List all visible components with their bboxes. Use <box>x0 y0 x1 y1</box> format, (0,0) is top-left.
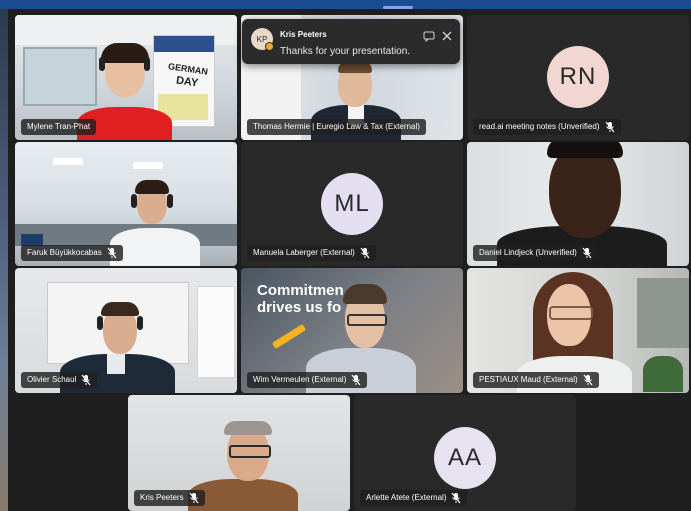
mic-off-icon <box>351 374 361 386</box>
participant-name: Faruk Büyükkocabas <box>21 245 123 261</box>
video-tile-mylene[interactable]: GERMAN DAY Mylene Tran-Phat <box>15 15 237 140</box>
video-tile-daniel[interactable]: Daniel Lindjeck (Unverified) <box>467 142 689 266</box>
mic-off-icon <box>81 374 91 386</box>
background-slogan: Commitmen drives us fo <box>257 282 344 316</box>
headset <box>97 316 103 330</box>
mic-off-icon <box>582 247 592 259</box>
poster-text-2: DAY <box>175 74 199 90</box>
glasses <box>229 445 271 458</box>
sender-avatar: KP <box>251 28 274 51</box>
mic-off-icon <box>451 492 461 504</box>
mic-off-icon <box>583 374 593 386</box>
status-away-icon <box>265 42 274 51</box>
participant-name: Thomas Hermie | Euregio Law & Tax (Exter… <box>247 119 426 135</box>
plant <box>643 356 683 392</box>
avatar: RN <box>547 46 609 108</box>
chat-notification[interactable]: KP Kris Peeters Thanks for your presenta… <box>242 19 460 64</box>
glasses <box>549 306 593 320</box>
video-tile-wim[interactable]: Commitmen drives us fo Wim Vermeulen (Ex… <box>241 268 463 393</box>
avatar: AA <box>434 427 496 489</box>
window <box>23 47 97 106</box>
window-handle[interactable] <box>383 6 413 9</box>
mic-off-icon <box>605 121 615 133</box>
mic-off-icon <box>189 492 199 504</box>
glasses <box>347 314 387 326</box>
video-tile-kris[interactable]: Kris Peeters <box>128 395 350 511</box>
poster-text: GERMAN <box>167 61 209 77</box>
message-preview: Thanks for your presentation. <box>280 46 411 57</box>
window-top-bar <box>0 0 691 9</box>
participant-name: read.ai meeting notes (Unverified) <box>473 119 621 135</box>
participant-name: Mylene Tran-Phat <box>21 119 97 135</box>
participant-name: Kris Peeters <box>134 490 205 506</box>
mic-off-icon <box>107 247 117 259</box>
participant-name: Olivier Schaul <box>21 372 98 388</box>
avatar: ML <box>321 173 383 235</box>
sender-name: Kris Peeters <box>280 30 327 39</box>
desktop-edge <box>0 9 8 511</box>
mic-off-icon <box>360 247 370 259</box>
participant-name: Manuela Laberger (External) <box>247 245 376 261</box>
video-tile-arlette[interactable]: AA Arlette Atete (External) <box>354 395 576 511</box>
headset <box>131 194 137 208</box>
video-tile-faruk[interactable]: Faruk Büyükkocabas <box>15 142 237 266</box>
headset <box>99 57 105 71</box>
participant-name: Arlette Atete (External) <box>360 490 468 506</box>
video-tile-readai[interactable]: RN read.ai meeting notes (Unverified) <box>467 15 689 140</box>
participant-name: Wim Vermeulen (External) <box>247 372 368 388</box>
participant-name: PESTIAUX Maud (External) <box>473 372 599 388</box>
video-tile-olivier[interactable]: Olivier Schaul <box>15 268 237 393</box>
reply-in-chat-icon[interactable] <box>423 30 435 43</box>
video-tile-maud[interactable]: PESTIAUX Maud (External) <box>467 268 689 393</box>
video-tile-manuela[interactable]: ML Manuela Laberger (External) <box>241 142 463 266</box>
close-icon[interactable] <box>441 30 453 42</box>
participant-name: Daniel Lindjeck (Unverified) <box>473 245 598 261</box>
